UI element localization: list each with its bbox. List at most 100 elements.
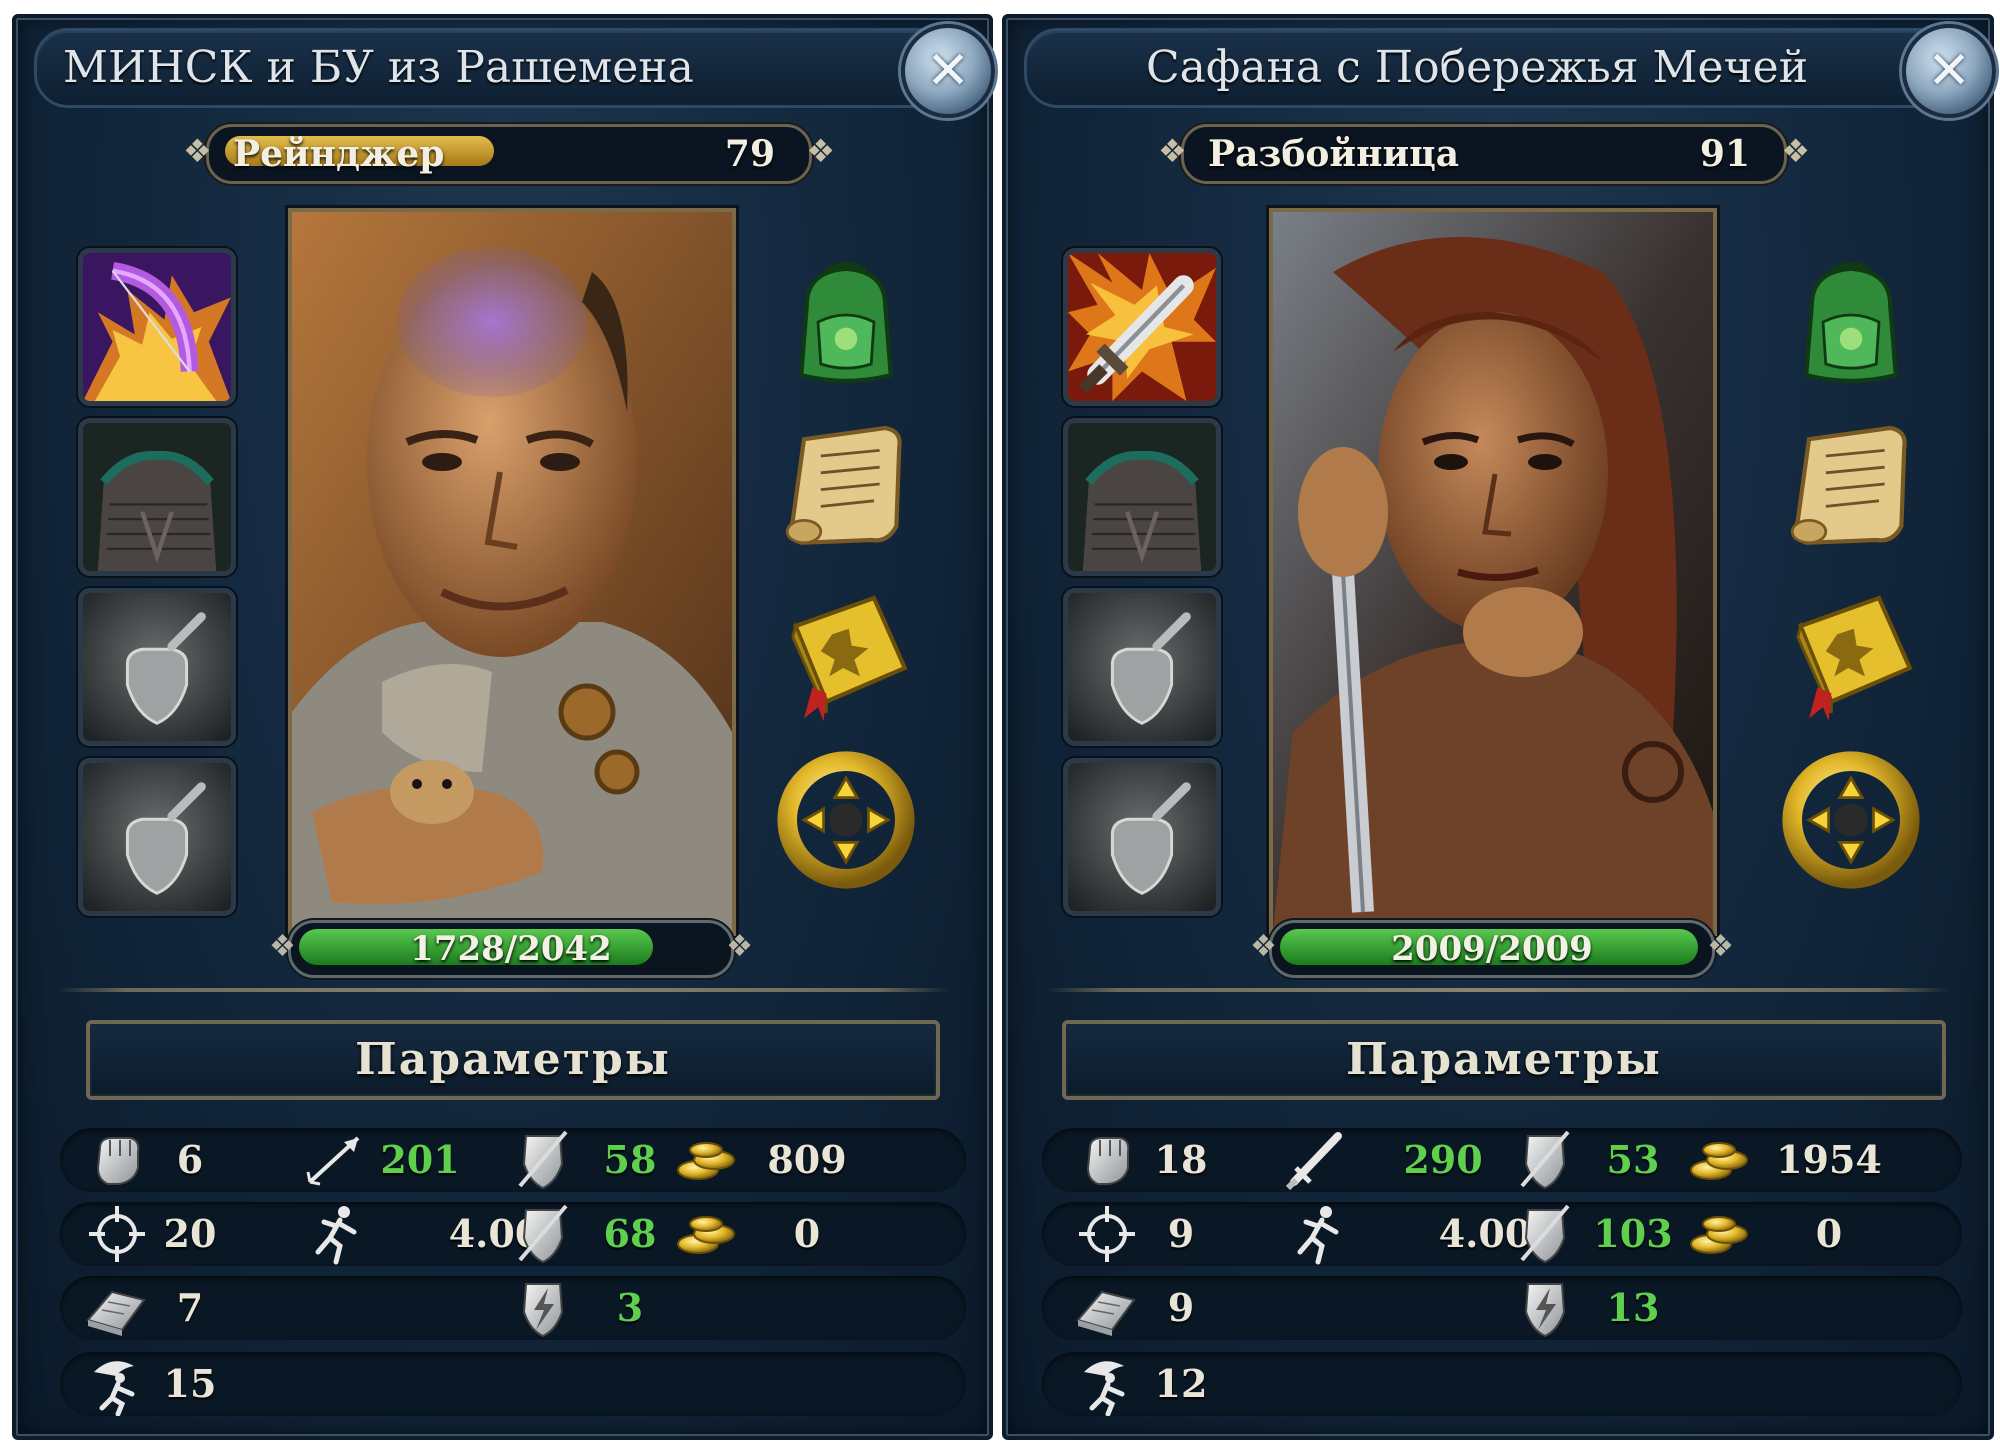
character-portrait xyxy=(1269,208,1717,936)
class-name: Рейнджер xyxy=(233,133,445,175)
character-panel-safana: Сафана с Побережья Мечей ✕ Разбойница 91 xyxy=(1002,14,1996,1440)
close-button[interactable]: ✕ xyxy=(901,24,995,118)
class-level-bar: Рейнджер 79 xyxy=(183,124,835,184)
flaming-sword-icon xyxy=(1068,253,1216,401)
parameters-header: Параметры xyxy=(86,1020,940,1100)
gold-value: 1954 xyxy=(1776,1137,1882,1182)
stat-row: 9 4.00 103 0 xyxy=(1042,1202,1962,1266)
sword-icon xyxy=(1282,1128,1352,1192)
divider xyxy=(1046,988,1950,992)
spellbook-icon xyxy=(791,595,908,722)
talents-wheel-icon xyxy=(777,751,915,889)
gold-value: 809 xyxy=(767,1137,847,1182)
intellect-value: 7 xyxy=(176,1285,204,1330)
gold-value: 0 xyxy=(793,1211,821,1256)
stat-row: 9 13 xyxy=(1042,1276,1962,1340)
equipment-slot-weapon[interactable] xyxy=(78,248,236,406)
armor-shield-icon xyxy=(1510,1128,1580,1192)
stat-row: 6 201 58 809 xyxy=(60,1128,966,1192)
health-bar: 2009/2009 xyxy=(1250,920,1734,978)
lightning-shield-icon xyxy=(1510,1276,1580,1340)
stat-row: 20 4.00 68 0 xyxy=(60,1202,966,1266)
gold-coins-icon xyxy=(672,1128,742,1192)
armor-shield-icon xyxy=(508,1128,578,1192)
armor-value: 103 xyxy=(1593,1211,1673,1256)
magic-resist-value: 3 xyxy=(616,1285,644,1330)
intellect-value: 9 xyxy=(1167,1285,1195,1330)
armor-shield-icon xyxy=(508,1202,578,1266)
gold-value: 0 xyxy=(1815,1211,1843,1256)
empty-shield-slot-icon xyxy=(83,763,231,911)
accuracy-value: 20 xyxy=(163,1211,217,1256)
equipment-slot-offhand[interactable] xyxy=(1063,588,1221,746)
health-bar: 1728/2042 xyxy=(269,920,753,978)
class-level-bar: Разбойница 91 xyxy=(1158,124,1810,184)
gold-coins-icon xyxy=(1685,1128,1755,1192)
magic-resist-value: 13 xyxy=(1606,1285,1660,1330)
equipment-slot-armor[interactable] xyxy=(1063,418,1221,576)
chainmail-armor-icon xyxy=(1068,423,1216,571)
armor-shield-icon xyxy=(1510,1202,1580,1266)
strength-value: 6 xyxy=(176,1137,204,1182)
attack-value: 201 xyxy=(380,1137,460,1182)
equipment-slot-ring[interactable] xyxy=(78,758,236,916)
empty-shield-slot-icon xyxy=(1068,593,1216,741)
stat-row: 15 xyxy=(60,1352,966,1416)
armor-value: 58 xyxy=(603,1137,657,1182)
gold-coins-icon xyxy=(672,1202,742,1266)
lightning-shield-icon xyxy=(508,1276,578,1340)
divider xyxy=(56,988,949,992)
talents-wheel-icon xyxy=(1782,751,1920,889)
strength-value: 18 xyxy=(1154,1137,1208,1182)
scroll-icon xyxy=(785,425,902,545)
running-man-icon xyxy=(1282,1202,1352,1266)
attack-value: 290 xyxy=(1403,1137,1483,1182)
quest-scroll-button[interactable] xyxy=(776,414,916,554)
equipment-slot-armor[interactable] xyxy=(78,418,236,576)
equipment-slot-offhand[interactable] xyxy=(78,588,236,746)
scroll-icon xyxy=(1790,425,1907,545)
equipment-slot-weapon[interactable] xyxy=(1063,248,1221,406)
backpack-icon xyxy=(1803,261,1899,383)
stat-row: 18 290 53 1954 xyxy=(1042,1128,1962,1192)
stat-row: 7 3 xyxy=(60,1276,966,1340)
arrow-icon xyxy=(300,1128,370,1192)
backpack-button[interactable] xyxy=(1781,252,1921,392)
accuracy-value: 9 xyxy=(1167,1211,1195,1256)
gold-coins-icon xyxy=(1685,1202,1755,1266)
talents-button[interactable] xyxy=(776,750,916,890)
spellbook-icon xyxy=(1796,595,1913,722)
character-portrait xyxy=(288,208,736,936)
backpack-icon xyxy=(798,261,894,383)
spellbook-button[interactable] xyxy=(776,584,916,724)
flaming-bow-icon xyxy=(83,253,231,401)
close-button[interactable]: ✕ xyxy=(1902,24,1996,118)
talents-button[interactable] xyxy=(1781,750,1921,890)
character-panel-minsc: МИНСК и БУ из Рашемена ✕ Рейнджер 79 xyxy=(12,14,995,1440)
backpack-button[interactable] xyxy=(776,252,916,392)
equipment-slot-ring[interactable] xyxy=(1063,758,1221,916)
chainmail-armor-icon xyxy=(83,423,231,571)
spellbook-button[interactable] xyxy=(1781,584,1921,724)
empty-shield-slot-icon xyxy=(1068,763,1216,911)
title-bar: Сафана с Побережья Мечей xyxy=(1024,28,1930,108)
armor-value: 68 xyxy=(603,1211,657,1256)
stealth-value: 12 xyxy=(1154,1361,1208,1406)
health-value: 1728/2042 xyxy=(410,929,612,969)
parameters-header: Параметры xyxy=(1062,1020,1946,1100)
character-level: 91 xyxy=(1699,133,1750,175)
character-level: 79 xyxy=(724,133,775,175)
armor-value: 53 xyxy=(1606,1137,1660,1182)
stat-row: 12 xyxy=(1042,1352,1962,1416)
close-icon: ✕ xyxy=(926,41,970,101)
health-value: 2009/2009 xyxy=(1391,929,1593,969)
empty-shield-slot-icon xyxy=(83,593,231,741)
title-bar: МИНСК и БУ из Рашемена xyxy=(34,28,929,108)
class-name: Разбойница xyxy=(1208,133,1460,175)
running-man-icon xyxy=(300,1202,370,1266)
character-name: Сафана с Побережья Мечей xyxy=(1145,42,1809,93)
quest-scroll-button[interactable] xyxy=(1781,414,1921,554)
character-name: МИНСК и БУ из Рашемена xyxy=(63,42,694,93)
stealth-value: 15 xyxy=(163,1361,217,1406)
close-icon: ✕ xyxy=(1927,41,1971,101)
